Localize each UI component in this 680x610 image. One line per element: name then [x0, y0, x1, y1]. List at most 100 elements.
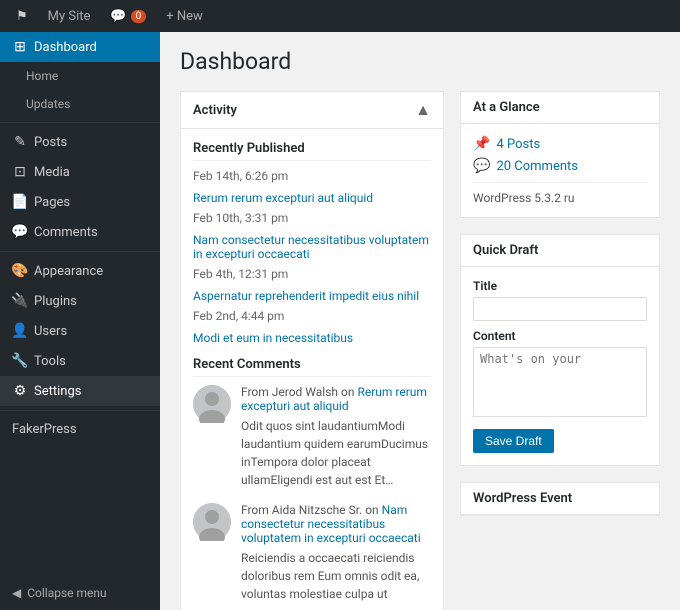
- sidebar-item-appearance[interactable]: 🎨 Appearance: [0, 256, 160, 286]
- sidebar-item-home[interactable]: Home: [0, 62, 160, 90]
- recent-comments-label: Recent Comments: [193, 357, 431, 377]
- main-layout: ⊞ Dashboard Home Updates ✎ Posts ⊡ Media…: [0, 32, 680, 610]
- avatar-0: [193, 385, 231, 423]
- faker-label: FakerPress: [12, 422, 77, 437]
- sidebar-item-dashboard[interactable]: ⊞ Dashboard: [0, 32, 160, 62]
- comment-text-0: Odit quos sint laudantiumModi laudantium…: [241, 417, 431, 489]
- tools-icon: 🔧: [12, 353, 28, 369]
- activity-date-1: Feb 10th, 3:31 pm: [193, 211, 303, 225]
- wp-icon: ⚑: [16, 9, 28, 24]
- glance-comments[interactable]: 💬 20 Comments: [473, 158, 647, 174]
- activity-row-0: Feb 14th, 6:26 pm Rerum rerum excepturi …: [193, 169, 431, 205]
- comment-body-0: From Jerod Walsh on Rerum rerum exceptur…: [241, 385, 431, 489]
- comment-item-1: From Aida Nitzsche Sr. on Nam consectetu…: [193, 503, 431, 603]
- at-a-glance-content: 📌 4 Posts 💬 20 Comments WordPress 5.3.2 …: [461, 124, 659, 217]
- activity-widget-toggle[interactable]: ▲: [415, 100, 431, 120]
- main-column: Activity ▲ Recently Published Feb 14th, …: [180, 91, 444, 610]
- right-column: At a Glance 📌 4 Posts 💬 20 Comments Word…: [460, 91, 660, 610]
- sidebar-item-plugins[interactable]: 🔌 Plugins: [0, 286, 160, 316]
- sidebar-divider-3: [0, 410, 160, 411]
- collapse-icon: ◀: [12, 586, 21, 600]
- my-site-label: My Site: [48, 9, 91, 24]
- sidebar-item-tools[interactable]: 🔧 Tools: [0, 346, 160, 376]
- sidebar-item-pages[interactable]: 📄 Pages: [0, 187, 160, 217]
- activity-link-2[interactable]: Aspernatur reprehenderit impedit eius ni…: [193, 289, 419, 303]
- activity-link-3[interactable]: Modi et eum in necessitatibus: [193, 331, 353, 345]
- new-label: + New: [166, 9, 203, 24]
- bubble-icon: 💬: [473, 158, 490, 174]
- glance-posts[interactable]: 📌 4 Posts: [473, 136, 647, 152]
- settings-icon: ⚙: [12, 383, 28, 399]
- content-area: Dashboard Activity ▲ Recently Published …: [160, 32, 680, 610]
- quick-draft-content: Title Content Save Draft: [461, 267, 659, 465]
- activity-date-2: Feb 4th, 12:31 pm: [193, 267, 303, 281]
- dashboard-icon: ⊞: [12, 39, 28, 55]
- home-label: Home: [26, 69, 58, 83]
- sidebar-item-users[interactable]: 👤 Users: [0, 316, 160, 346]
- comments-nav-label: Comments: [34, 225, 98, 240]
- activity-row-2: Feb 4th, 12:31 pm Aspernatur reprehender…: [193, 267, 431, 303]
- at-a-glance-widget: At a Glance 📌 4 Posts 💬 20 Comments Word…: [460, 91, 660, 218]
- quick-draft-widget: Quick Draft Title Content Save Draft: [460, 234, 660, 466]
- wp-events-widget: WordPress Event: [460, 482, 660, 516]
- activity-date-3: Feb 2nd, 4:44 pm: [193, 309, 303, 323]
- activity-widget: Activity ▲ Recently Published Feb 14th, …: [180, 91, 444, 610]
- activity-widget-content: Recently Published Feb 14th, 6:26 pm Rer…: [181, 129, 443, 610]
- sidebar-item-settings[interactable]: ⚙ Settings: [0, 376, 160, 406]
- wp-version: WordPress 5.3.2 ru: [473, 182, 647, 205]
- quick-draft-header: Quick Draft: [461, 235, 659, 267]
- tools-label: Tools: [34, 354, 66, 369]
- sidebar-item-comments[interactable]: 💬 Comments: [0, 217, 160, 247]
- comment-item-0: From Jerod Walsh on Rerum rerum exceptur…: [193, 385, 431, 489]
- page-title: Dashboard: [180, 48, 660, 75]
- wp-logo-button[interactable]: ⚑: [8, 0, 36, 32]
- title-label: Title: [473, 279, 647, 293]
- at-a-glance-header: At a Glance: [461, 92, 659, 124]
- media-label: Media: [34, 165, 70, 180]
- plugins-label: Plugins: [34, 294, 77, 309]
- activity-row-1: Feb 10th, 3:31 pm Nam consectetur necess…: [193, 211, 431, 261]
- posts-icon: ✎: [12, 134, 28, 150]
- pin-icon: 📌: [473, 136, 490, 152]
- sidebar-dashboard-label: Dashboard: [34, 40, 97, 55]
- activity-date-0: Feb 14th, 6:26 pm: [193, 169, 303, 183]
- plugins-icon: 🔌: [12, 293, 28, 309]
- wp-events-header: WordPress Event: [461, 483, 659, 515]
- activity-link-1[interactable]: Nam consectetur necessitatibus voluptate…: [193, 233, 431, 261]
- pages-label: Pages: [34, 195, 70, 210]
- appearance-label: Appearance: [34, 264, 103, 279]
- users-label: Users: [34, 324, 67, 339]
- my-site-button[interactable]: My Site: [40, 0, 99, 32]
- comments-nav-icon: 💬: [12, 224, 28, 240]
- at-a-glance-title: At a Glance: [473, 100, 540, 115]
- wp-events-title: WordPress Event: [473, 491, 572, 506]
- quick-draft-title: Quick Draft: [473, 243, 538, 258]
- comments-count: 0: [131, 10, 147, 23]
- activity-widget-header: Activity ▲: [181, 92, 443, 129]
- sidebar: ⊞ Dashboard Home Updates ✎ Posts ⊡ Media…: [0, 32, 160, 610]
- collapse-menu-button[interactable]: ◀ Collapse menu: [0, 576, 160, 610]
- new-content-button[interactable]: + New: [158, 0, 211, 32]
- comments-button[interactable]: 💬 0: [102, 0, 154, 32]
- recently-published-label: Recently Published: [193, 141, 431, 161]
- collapse-label: Collapse menu: [27, 586, 106, 600]
- updates-label: Updates: [26, 97, 70, 111]
- admin-bar: ⚑ My Site 💬 0 + New: [0, 0, 680, 32]
- activity-link-0[interactable]: Rerum rerum excepturi aut aliquid: [193, 191, 373, 205]
- sidebar-item-posts[interactable]: ✎ Posts: [0, 127, 160, 157]
- settings-label: Settings: [34, 384, 81, 399]
- sidebar-item-faker[interactable]: FakerPress: [0, 415, 160, 444]
- sidebar-item-updates[interactable]: Updates: [0, 90, 160, 118]
- save-draft-button[interactable]: Save Draft: [473, 429, 554, 453]
- activity-widget-title: Activity: [193, 103, 237, 118]
- users-icon: 👤: [12, 323, 28, 339]
- glance-posts-count: 4 Posts: [496, 137, 540, 152]
- quick-draft-title-input[interactable]: [473, 297, 647, 321]
- quick-draft-content-input[interactable]: [473, 347, 647, 417]
- comment-header-1: From Aida Nitzsche Sr. on Nam consectetu…: [241, 503, 431, 545]
- activity-row-3: Feb 2nd, 4:44 pm Modi et eum in necessit…: [193, 309, 431, 345]
- media-icon: ⊡: [12, 164, 28, 180]
- comments-icon: 💬: [110, 9, 126, 24]
- sidebar-item-media[interactable]: ⊡ Media: [0, 157, 160, 187]
- comment-header-0: From Jerod Walsh on Rerum rerum exceptur…: [241, 385, 431, 413]
